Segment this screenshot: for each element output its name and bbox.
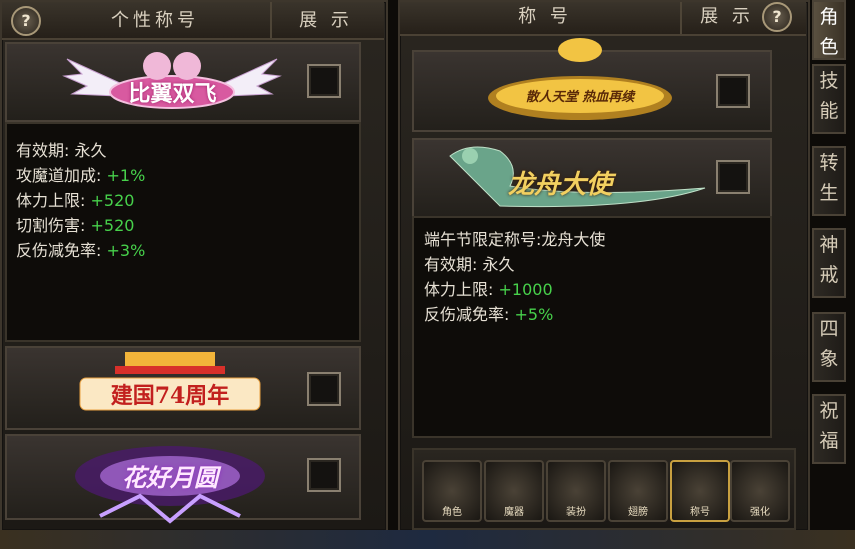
game-status-strip — [0, 530, 855, 549]
info-line: 体力上限: +1000 — [424, 280, 553, 299]
title-art-biyi-text: 比翼双飞 — [128, 81, 217, 107]
title-art-sanren-text: 散人天堂 热血再续 — [525, 90, 635, 105]
right-help-icon[interactable]: ? — [762, 2, 792, 32]
info-line: 反伤减免率: +3% — [16, 241, 146, 260]
show-checkbox-sanren[interactable] — [716, 74, 750, 108]
side-tab-sixiang[interactable]: 四象 — [812, 312, 846, 382]
outfit-button[interactable]: 装扮 — [546, 460, 606, 522]
info-line: 有效期: 永久 — [424, 255, 515, 274]
show-checkbox-huahao[interactable] — [307, 458, 341, 492]
title-button[interactable]: 称号 — [670, 460, 730, 522]
right-header-show: 展 示 — [700, 6, 754, 27]
show-checkbox-longzhou[interactable] — [716, 160, 750, 194]
side-tab-blessing[interactable]: 祝福 — [812, 394, 846, 464]
right-info-lines: 端午节限定称号:龙舟大使 有效期: 永久 体力上限: +1000 反伤减免率: … — [424, 227, 605, 327]
role-button[interactable]: 角色 — [422, 460, 482, 522]
info-line: 反伤减免率: +5% — [424, 305, 554, 324]
left-info-lines: 有效期: 永久 攻魔道加成: +1% 体力上限: +520 切割伤害: +520… — [16, 138, 145, 263]
left-help-icon[interactable]: ? — [11, 6, 41, 36]
show-checkbox-jianguo[interactable] — [307, 372, 341, 406]
side-tab-rebirth[interactable]: 转生 — [812, 146, 846, 216]
info-line: 攻魔道加成: +1% — [16, 166, 146, 185]
info-line: 切割伤害: +520 — [16, 216, 135, 235]
gold-coins-icon — [488, 38, 672, 120]
info-line: 体力上限: +520 — [16, 191, 135, 210]
side-tab-skill[interactable]: 技能 — [812, 64, 846, 134]
title-art-sanren — [480, 36, 680, 126]
title-art-jianguo-text: 建国74周年 — [110, 383, 230, 409]
magic-weapon-button[interactable]: 魔器 — [484, 460, 544, 522]
side-tab-role[interactable]: 角色 — [812, 0, 846, 60]
left-header-show: 展 示 — [299, 10, 353, 31]
title-art-longzhou-text: 龙舟大使 — [507, 170, 612, 200]
info-line: 有效期: 永久 — [16, 141, 107, 160]
right-header-title: 称 号 — [518, 6, 572, 27]
title-art-huahao-text: 花好月圆 — [122, 463, 218, 492]
show-checkbox-biyi[interactable] — [307, 64, 341, 98]
side-tab-ring[interactable]: 神戒 — [812, 228, 846, 298]
info-line: 端午节限定称号:龙舟大使 — [424, 230, 606, 249]
wings-button[interactable]: 翅膀 — [608, 460, 668, 522]
enhance-button[interactable]: 强化 — [730, 460, 790, 522]
left-header-title: 个性称号 — [111, 10, 199, 31]
